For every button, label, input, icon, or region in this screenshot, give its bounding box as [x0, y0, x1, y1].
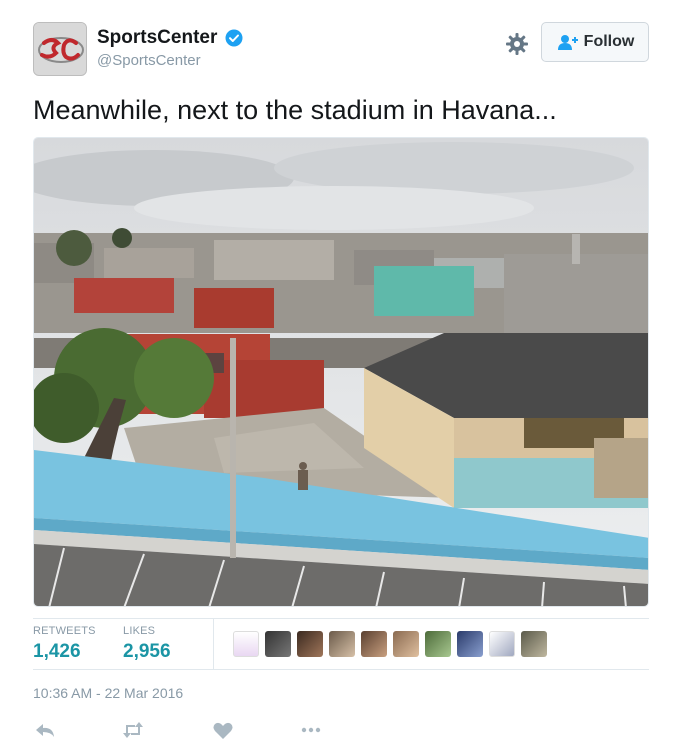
display-name[interactable]: SportsCenter [97, 27, 217, 49]
tweet-stats: RETWEETS 1,426 LIKES 2,956 [33, 618, 649, 670]
reply-icon[interactable] [33, 718, 57, 742]
profile-avatar[interactable] [33, 22, 87, 76]
tweet-timestamp[interactable]: 10:36 AM - 22 Mar 2016 [33, 685, 183, 701]
tweet-actions [33, 718, 353, 744]
likes-label: LIKES [123, 625, 156, 637]
liker-avatar[interactable] [489, 631, 515, 657]
stats-divider [213, 619, 214, 669]
tweet-text: Meanwhile, next to the stadium in Havana… [33, 95, 557, 125]
liker-avatars [233, 631, 547, 657]
retweet-icon[interactable] [121, 718, 145, 742]
gear-icon[interactable] [505, 32, 529, 56]
tweet-photo[interactable] [33, 137, 649, 607]
follow-person-icon [557, 35, 578, 50]
liker-avatar[interactable] [361, 631, 387, 657]
liker-avatar[interactable] [457, 631, 483, 657]
likes-stat[interactable]: LIKES 2,956 [123, 625, 171, 663]
tweet-header: SportsCenter @SportsCenter Follow [33, 20, 649, 76]
follow-button[interactable]: Follow [541, 22, 649, 62]
liker-avatar[interactable] [329, 631, 355, 657]
username-handle[interactable]: @SportsCenter [97, 52, 243, 69]
liker-avatar[interactable] [521, 631, 547, 657]
retweets-stat[interactable]: RETWEETS 1,426 [33, 625, 96, 663]
more-icon[interactable] [299, 718, 323, 742]
like-icon[interactable] [211, 718, 235, 742]
retweets-label: RETWEETS [33, 625, 96, 637]
likes-count: 2,956 [123, 641, 171, 662]
verified-badge-icon [225, 29, 243, 47]
retweets-count: 1,426 [33, 641, 81, 662]
name-block: SportsCenter @SportsCenter [97, 27, 243, 69]
liker-avatar[interactable] [393, 631, 419, 657]
liker-avatar[interactable] [265, 631, 291, 657]
follow-label: Follow [583, 33, 635, 50]
liker-avatar[interactable] [425, 631, 451, 657]
liker-avatar[interactable] [233, 631, 259, 657]
liker-avatar[interactable] [297, 631, 323, 657]
